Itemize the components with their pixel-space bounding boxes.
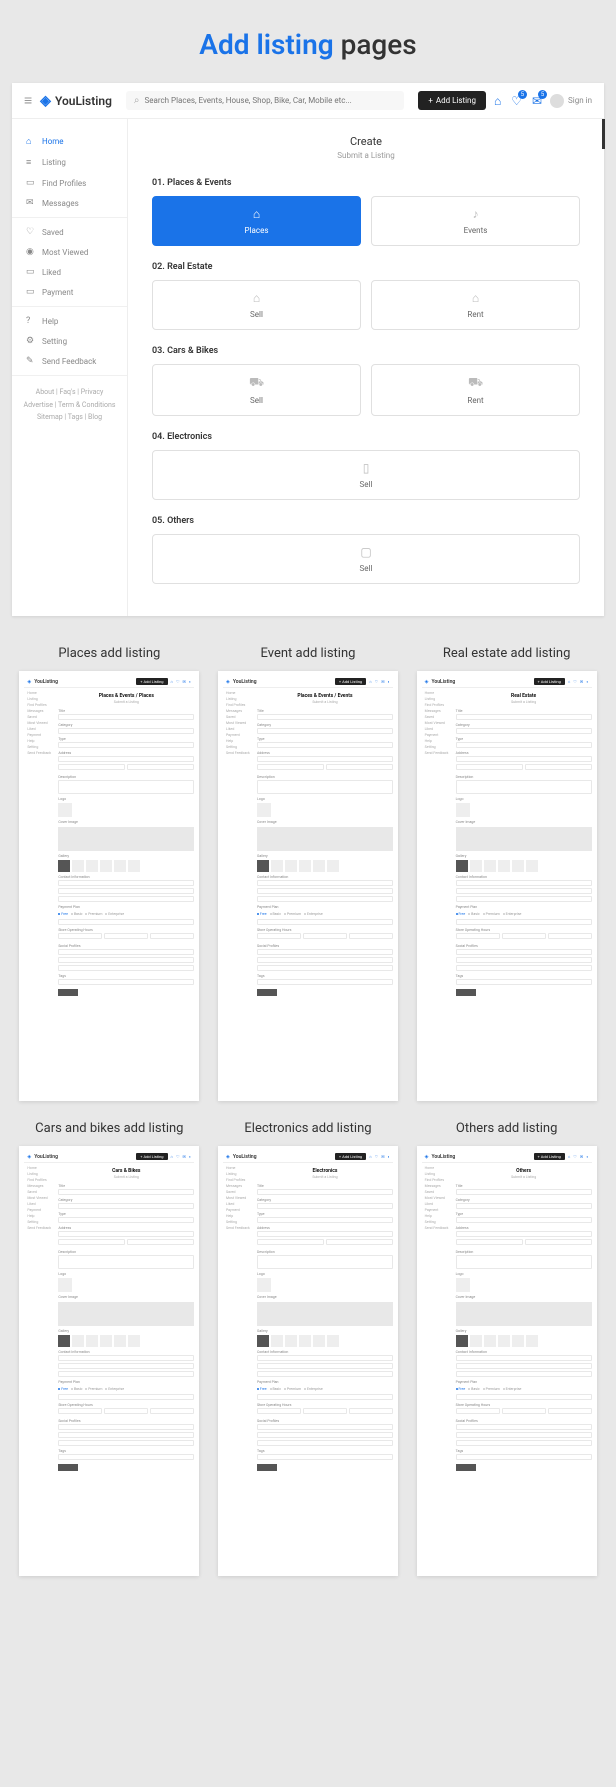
header-icons: ⌂ ♡5 ✉5	[494, 94, 542, 108]
brand-text: YouListing	[55, 94, 112, 108]
sidebar-item-send-feedback[interactable]: ✎Send Feedback	[12, 351, 127, 371]
sidebar: ⌂Home≡Listing▭Find Profiles✉Messages ♡Sa…	[12, 119, 128, 616]
sidebar-icon: ▭	[26, 287, 36, 297]
category-icon: ⌂	[253, 291, 260, 305]
add-listing-button[interactable]: + Add Listing	[418, 91, 486, 110]
category-option-rent[interactable]: ⌂Rent	[371, 280, 580, 330]
category-icon: ⌂	[472, 291, 479, 305]
category-label: 02. Real Estate	[152, 262, 580, 272]
category-icon: ♪	[473, 207, 479, 221]
home-icon[interactable]: ⌂	[494, 94, 501, 108]
notification-icon[interactable]: ♡5	[511, 94, 522, 108]
hamburger-icon[interactable]: ≡	[24, 92, 32, 109]
sidebar-icon: ✎	[26, 356, 36, 366]
page-heading: Add listing pages	[0, 0, 616, 83]
category-icon: ⛟	[468, 375, 483, 391]
category-label: 05. Others	[152, 516, 580, 526]
thumb-preview: ◈YouListing+ Add Listing⌂♡✉◐HomeListingF…	[19, 1146, 199, 1576]
thumb-preview: ◈YouListing+ Add Listing⌂♡✉◐HomeListingF…	[218, 1146, 398, 1576]
sidebar-icon: ?	[26, 316, 36, 326]
sidebar-footer: About | Faq's | Privacy Advertise | Term…	[12, 376, 127, 434]
category-option-sell[interactable]: ▯Sell	[152, 450, 580, 500]
sidebar-icon: ▭	[26, 267, 36, 277]
search-input[interactable]	[145, 96, 397, 105]
category-icon: ▢	[360, 545, 371, 559]
thumb-title: Event add listing	[218, 646, 398, 661]
logo[interactable]: ◈ YouListing	[40, 93, 112, 109]
plus-icon: +	[428, 96, 433, 105]
category-icon: ⌂	[253, 207, 260, 221]
category-icon: ⛟	[249, 375, 264, 391]
thumb-title: Real estate add listing	[417, 646, 597, 661]
main-content: Create Submit a Listing 01. Places & Eve…	[128, 119, 604, 616]
message-icon[interactable]: ✉5	[532, 94, 542, 108]
sidebar-item-help[interactable]: ?Help	[12, 311, 127, 331]
sidebar-item-payment[interactable]: ▭Payment	[12, 282, 127, 302]
category-label: 03. Cars & Bikes	[152, 346, 580, 356]
category-option-rent[interactable]: ⛟Rent	[371, 364, 580, 416]
create-title: Create	[152, 135, 580, 148]
sidebar-icon: ✉	[26, 198, 36, 208]
thumb-title: Others add listing	[417, 1121, 597, 1136]
sidebar-item-listing[interactable]: ≡Listing	[12, 152, 127, 173]
sidebar-icon: ⌂	[26, 136, 36, 147]
category-option-sell[interactable]: ⌂Sell	[152, 280, 361, 330]
sidebar-icon: ⚙	[26, 336, 36, 346]
sidebar-icon: ♡	[26, 227, 36, 237]
avatar-icon	[550, 94, 564, 108]
category-option-sell[interactable]: ▢Sell	[152, 534, 580, 584]
sidebar-item-saved[interactable]: ♡Saved	[12, 222, 127, 242]
thumbnails-area: Places add listing ◈YouListing+ Add Listi…	[0, 616, 616, 1646]
category-label: 04. Electronics	[152, 432, 580, 442]
sidebar-item-messages[interactable]: ✉Messages	[12, 193, 127, 213]
thumb-title: Cars and bikes add listing	[19, 1121, 199, 1136]
category-icon: ▯	[363, 461, 370, 475]
create-subtitle: Submit a Listing	[152, 151, 580, 160]
signin-button[interactable]: Sign in	[550, 94, 592, 108]
thumb-preview: ◈YouListing+ Add Listing⌂♡✉◐HomeListingF…	[218, 671, 398, 1101]
sidebar-item-setting[interactable]: ⚙Setting	[12, 331, 127, 351]
category-option-events[interactable]: ♪Events	[371, 196, 580, 246]
main-screenshot: ≡ ◈ YouListing ⌕ + Add Listing ⌂ ♡5 ✉5 S…	[12, 83, 604, 616]
sidebar-item-home[interactable]: ⌂Home	[12, 131, 127, 152]
category-option-places[interactable]: ⌂Places	[152, 196, 361, 246]
topbar: ≡ ◈ YouListing ⌕ + Add Listing ⌂ ♡5 ✉5 S…	[12, 83, 604, 119]
thumb-preview: ◈YouListing+ Add Listing⌂♡✉◐HomeListingF…	[19, 671, 199, 1101]
sidebar-item-liked[interactable]: ▭Liked	[12, 262, 127, 282]
search-box[interactable]: ⌕	[126, 91, 404, 110]
thumb-preview: ◈YouListing+ Add Listing⌂♡✉◐HomeListingF…	[417, 1146, 597, 1576]
sidebar-item-find-profiles[interactable]: ▭Find Profiles	[12, 173, 127, 193]
sidebar-icon: ◉	[26, 247, 36, 257]
category-option-sell[interactable]: ⛟Sell	[152, 364, 361, 416]
thumb-title: Electronics add listing	[218, 1121, 398, 1136]
logo-icon: ◈	[40, 93, 51, 109]
sidebar-item-most-viewed[interactable]: ◉Most Viewed	[12, 242, 127, 262]
sidebar-icon: ≡	[26, 157, 36, 168]
search-icon: ⌕	[134, 95, 140, 106]
category-label: 01. Places & Events	[152, 178, 580, 188]
scrollbar-thumb[interactable]	[602, 119, 605, 149]
sidebar-icon: ▭	[26, 178, 36, 188]
thumb-title: Places add listing	[19, 646, 199, 661]
thumb-preview: ◈YouListing+ Add Listing⌂♡✉◐HomeListingF…	[417, 671, 597, 1101]
